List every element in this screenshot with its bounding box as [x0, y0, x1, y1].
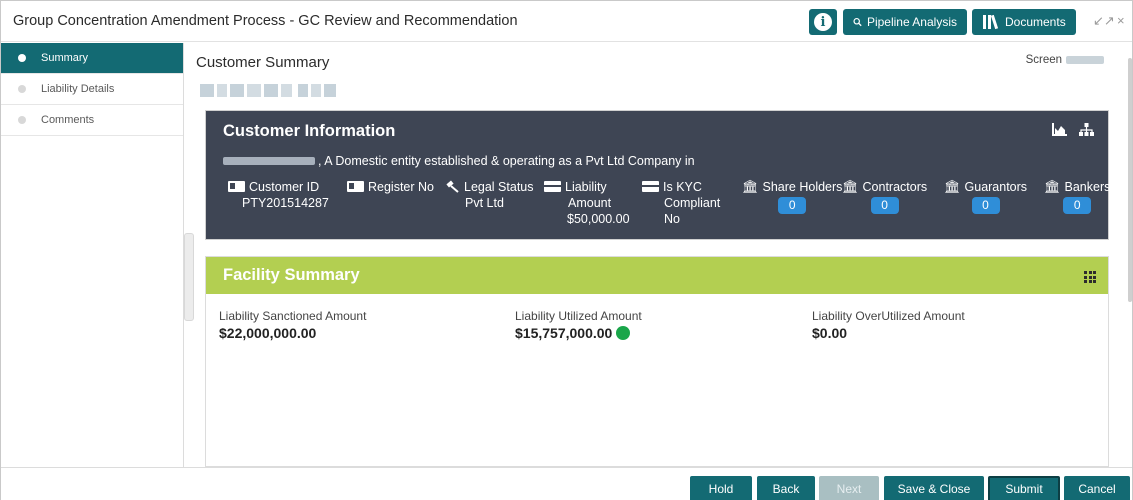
guarantors-field[interactable]: 🏛 Guarantors 0 [944, 179, 1027, 214]
info-icon: i [814, 13, 832, 31]
status-indicator-icon [616, 326, 631, 340]
facility-summary-title: Facility Summary [223, 266, 360, 284]
screen-label-text: Screen [1025, 54, 1062, 66]
utilized-amount: Liability Utilized Amount $15,757,000.00 [515, 309, 642, 341]
liability-amount-label-2: Amount [568, 196, 612, 210]
customer-id-value: PTY201514287 [242, 196, 329, 210]
guarantors-count[interactable]: 0 [971, 197, 1000, 214]
screen-id-redacted [1066, 56, 1104, 64]
sidebar-item-summary[interactable]: Summary [1, 43, 183, 74]
chart-icon[interactable] [1052, 123, 1067, 136]
window-title: Group Concentration Amendment Process - … [13, 13, 518, 29]
overutilized-amount-label: Liability OverUtilized Amount [812, 309, 965, 323]
title-bar: Group Concentration Amendment Process - … [1, 1, 1132, 42]
register-no-field: Register No [347, 179, 434, 195]
customer-description-text: , A Domestic entity established & operat… [318, 154, 695, 168]
save-close-button[interactable]: Save & Close [884, 476, 984, 500]
documents-icon [983, 14, 999, 30]
register-no-label: Register No [368, 180, 434, 194]
grid-icon[interactable] [1084, 271, 1096, 283]
pipeline-analysis-button[interactable]: Pipeline Analysis [843, 9, 967, 35]
share-holders-label: Share Holders [762, 180, 843, 194]
kyc-label: Is KYC [663, 180, 702, 194]
sidebar: Summary Liability Details Comments [1, 43, 184, 467]
hold-button[interactable]: Hold [690, 476, 752, 500]
info-button[interactable]: i [809, 9, 837, 35]
utilized-amount-label: Liability Utilized Amount [515, 309, 642, 323]
sidebar-item-liability-details[interactable]: Liability Details [1, 74, 183, 105]
sanctioned-amount-label: Liability Sanctioned Amount [219, 309, 367, 323]
step-dot-icon [18, 85, 26, 93]
overutilized-amount: Liability OverUtilized Amount $0.00 [812, 309, 965, 341]
legal-status-label: Legal Status [464, 180, 534, 194]
documents-button[interactable]: Documents [972, 9, 1076, 35]
scrollbar[interactable] [1128, 58, 1132, 302]
sidebar-item-comments[interactable]: Comments [1, 105, 183, 136]
cancel-button[interactable]: Cancel [1064, 476, 1130, 500]
sidebar-item-label: Liability Details [41, 83, 115, 95]
bank-icon: 🏛 [742, 179, 759, 194]
sidebar-item-label: Summary [41, 52, 89, 64]
next-button[interactable]: Next [819, 476, 879, 500]
liability-amount-label: Liability [565, 180, 607, 194]
overutilized-amount-value: $0.00 [812, 325, 848, 341]
bankers-label: Bankers [1064, 180, 1111, 194]
main-content: Customer Summary Screen Customer Informa… [196, 43, 1132, 467]
utilized-amount-value: $15,757,000.00 [515, 325, 613, 341]
share-holders-field[interactable]: 🏛 Share Holders 0 [742, 179, 842, 214]
id-card-icon [228, 181, 245, 192]
customer-id-label: Customer ID [249, 180, 320, 194]
back-button[interactable]: Back [757, 476, 815, 500]
liability-amount-field: Liability Amount $50,000.00 [544, 179, 630, 227]
kyc-value: No [664, 212, 680, 226]
page-title: Customer Summary [196, 54, 330, 71]
facility-summary-panel: Facility Summary Liability Sanctioned Am… [205, 256, 1109, 467]
search-icon [853, 17, 862, 27]
customer-description: , A Domestic entity established & operat… [223, 154, 695, 168]
kyc-field: Is KYC Compliant No [642, 179, 720, 227]
contractors-count[interactable]: 0 [870, 197, 899, 214]
briefcase-icon [642, 181, 659, 192]
gavel-icon [446, 180, 459, 193]
sidebar-resize-handle[interactable] [184, 233, 194, 321]
footer-bar: Hold Back Next Save & Close Submit Cance… [1, 467, 1132, 500]
bank-icon: 🏛 [944, 179, 961, 194]
customer-id-field: Customer ID PTY201514287 [228, 179, 329, 211]
id-card-icon [347, 181, 364, 192]
customer-information-panel: Customer Information , A Domestic entity… [205, 110, 1110, 240]
guarantors-label: Guarantors [964, 180, 1028, 194]
sanctioned-amount-value: $22,000,000.00 [219, 325, 317, 341]
customer-name-redacted [200, 84, 336, 97]
restore-icon[interactable]: ↙↗ [1093, 13, 1115, 29]
step-dot-icon [18, 54, 26, 62]
pipeline-analysis-label: Pipeline Analysis [866, 15, 957, 29]
contractors-field[interactable]: 🏛 Contractors 0 [842, 179, 927, 214]
application-window: Group Concentration Amendment Process - … [0, 0, 1133, 500]
kyc-label-2: Compliant [664, 196, 721, 210]
bankers-field[interactable]: 🏛 Bankers 0 [1044, 179, 1110, 214]
liability-amount-value: $50,000.00 [567, 212, 630, 226]
sanctioned-amount: Liability Sanctioned Amount $22,000,000.… [219, 309, 366, 341]
close-icon[interactable]: × [1117, 13, 1125, 28]
briefcase-icon [544, 181, 561, 192]
customer-information-title: Customer Information [223, 122, 396, 140]
bankers-count[interactable]: 0 [1063, 197, 1092, 214]
documents-label: Documents [1005, 15, 1066, 29]
panel-icons [1052, 123, 1094, 136]
sidebar-item-label: Comments [41, 114, 95, 126]
contractors-label: Contractors [862, 180, 928, 194]
customer-name-redacted [223, 157, 315, 165]
hierarchy-icon[interactable] [1079, 123, 1094, 136]
step-dot-icon [18, 116, 26, 124]
legal-status-field: Legal Status Pvt Ltd [445, 179, 534, 211]
bank-icon: 🏛 [1044, 179, 1061, 194]
submit-button[interactable]: Submit [988, 476, 1060, 500]
share-holders-count[interactable]: 0 [778, 197, 807, 214]
screen-label: Screen [1026, 54, 1104, 66]
legal-status-value: Pvt Ltd [465, 196, 504, 210]
bank-icon: 🏛 [842, 179, 859, 194]
facility-summary-header: Facility Summary [206, 257, 1108, 294]
